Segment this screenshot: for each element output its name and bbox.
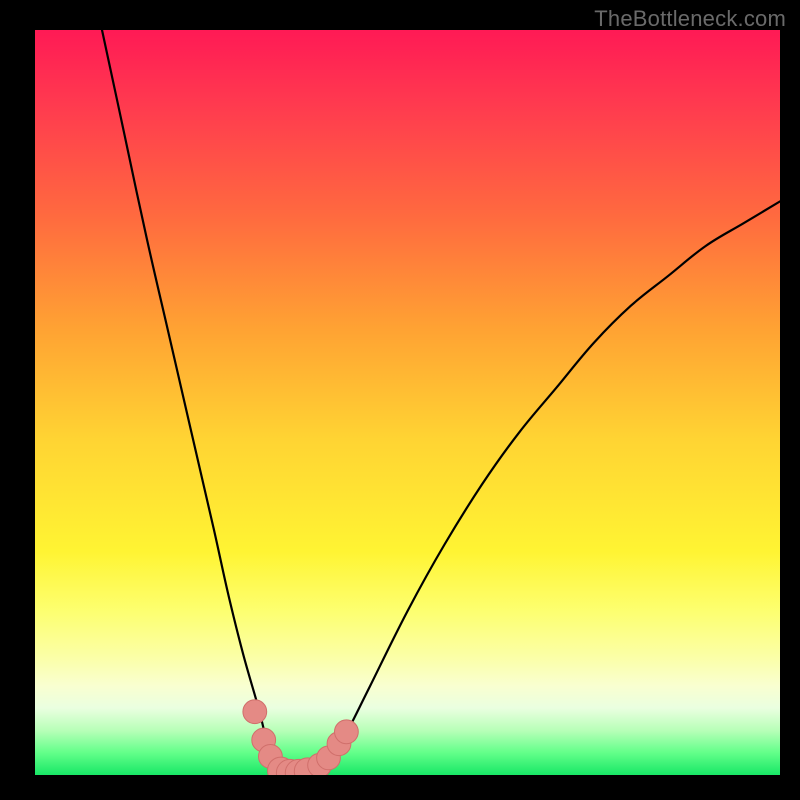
bottleneck-curve-svg (35, 30, 780, 775)
watermark-text: TheBottleneck.com (594, 6, 786, 32)
highlight-marker (243, 700, 267, 724)
highlight-markers (243, 700, 358, 775)
bottleneck-curve (102, 30, 780, 774)
chart-frame: TheBottleneck.com (0, 0, 800, 800)
highlight-marker (335, 720, 359, 744)
plot-area (35, 30, 780, 775)
